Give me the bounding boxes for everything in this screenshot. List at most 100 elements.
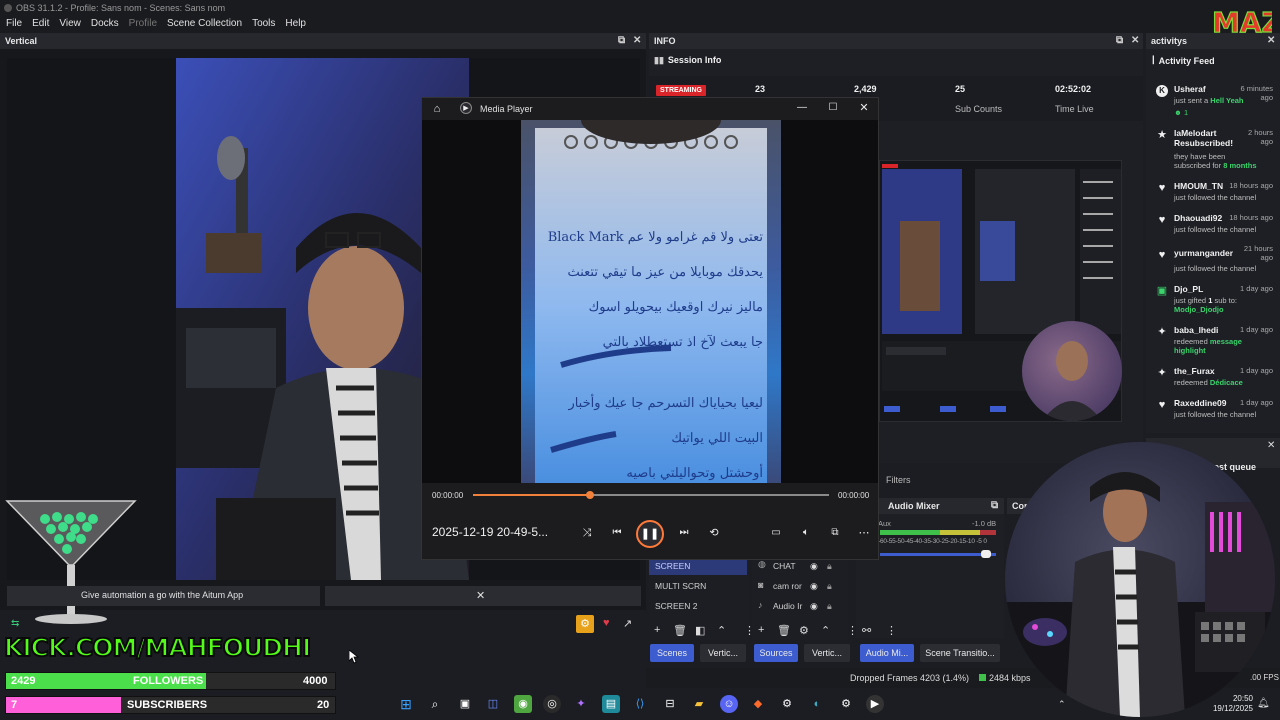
minimize-icon[interactable]: — [793,99,811,117]
info-popout-icon[interactable]: ⧉ [1116,35,1123,46]
search-icon[interactable]: ⌕ [426,695,444,713]
notification-bell-icon[interactable]: 🔔︎ [1257,698,1270,709]
edge-icon[interactable]: ◐ [808,695,826,713]
source-item[interactable]: cam ror [773,581,802,591]
info-close-icon[interactable]: ✕ [1131,35,1139,46]
share-icon[interactable]: ↗ [623,617,632,630]
source-up-icon[interactable]: ⌃ [821,624,830,637]
volume-icon[interactable]: 🔈︎ [797,524,815,542]
tab-sources[interactable]: Sources [754,644,798,662]
close-icon[interactable]: ✕ [633,35,641,46]
vscode-icon[interactable]: ⟨⟩ [631,695,649,713]
tab-vertical-sources[interactable]: Vertic... [804,644,850,662]
obs-taskbar-icon[interactable]: ◎ [543,695,561,713]
audio-channel-name: Aux [878,519,891,528]
move-up-icon[interactable]: ⌃ [717,624,726,637]
scene-item[interactable]: MULTI SCRN [655,581,706,591]
settings-gear-button[interactable]: ⚙ [576,615,594,633]
audio-mixer-title: Audio Mixer [888,501,940,511]
clock-date: 19/12/2025 [1212,704,1253,713]
tray-chevron-icon[interactable]: ⌃ [1058,699,1066,710]
popout-icon[interactable]: ⧉ [618,35,625,46]
seek-thumb[interactable] [586,491,595,499]
pause-button[interactable]: ❚❚ [636,520,664,548]
add-source-icon[interactable]: + [758,624,764,636]
miniplayer-icon[interactable]: ⧉ [826,524,844,542]
add-scene-icon[interactable]: + [654,624,660,636]
volume-slider-handle[interactable] [981,550,991,558]
menu-edit[interactable]: Edit [32,16,49,33]
source-item[interactable]: Audio Ir [773,601,802,611]
app-record-icon[interactable]: ⚙ [778,695,796,713]
subscribers-progress [6,697,122,713]
scene-filter-icon[interactable]: ◧ [695,624,705,637]
menu-profile[interactable]: Profile [129,16,157,33]
teams-icon[interactable]: ◫ [484,695,502,713]
subscribers-goal: 20 [317,699,330,711]
app-icon[interactable]: ▤ [602,695,620,713]
source-settings-icon[interactable]: ⚙ [799,624,809,637]
previous-icon[interactable]: ⏮︎ [608,524,626,542]
settings-icon[interactable]: ⚙ [837,695,855,713]
file-explorer-icon[interactable]: ▰ [690,695,708,713]
repeat-icon[interactable]: ⟲ [705,524,723,542]
close-window-icon[interactable]: ✕ [855,99,873,117]
remove-source-icon[interactable]: 🗑︎ [777,624,791,637]
pause-icon: ❚❚ [640,528,660,540]
note-line: يحدقك موبايلا من عيز ما تيقي تتعنث [567,265,763,280]
tab-scenes[interactable]: Scenes [650,644,694,662]
queue-close-icon[interactable]: ✕ [1267,440,1275,451]
more-icon[interactable]: ⋯ [855,524,873,542]
lock-icon[interactable]: 🔒︎ [827,561,832,572]
filters-button[interactable]: Filters [877,472,917,488]
heart-icon: ♥ [1158,182,1166,194]
link-icon[interactable]: ⇆ [11,618,19,629]
subtitles-icon[interactable]: ▭ [767,524,785,542]
heart-icon: ♥ [1158,399,1166,411]
seek-track[interactable] [473,491,829,499]
menu-docks[interactable]: Docks [91,16,119,33]
remove-scene-icon[interactable]: 🗑︎ [673,624,687,637]
notification-close-icon[interactable]: ✕ [476,589,485,602]
visibility-eye-icon[interactable]: ◉ [810,561,818,572]
source-more-icon[interactable]: ⋮ [847,624,858,637]
menu-tools[interactable]: Tools [252,16,275,33]
menu-help[interactable]: Help [285,16,306,33]
subscribers-goal-bar: 7 SUBSCRIBERS 20 [5,696,336,714]
volume-slider[interactable] [880,553,996,556]
system-clock[interactable]: 20:50 19/12/2025 [1205,694,1253,714]
lock-icon[interactable]: 🔒︎ [827,581,832,592]
visibility-eye-icon[interactable]: ◉ [810,601,818,612]
video-area[interactable]: تعتى ولا قم غرامو ولا عم Black Mark يحدق… [422,120,878,483]
lock-icon[interactable]: 🔒︎ [827,601,832,612]
mixer-link-icon[interactable]: ⚯ [862,624,871,637]
task-view-icon[interactable]: ▣ [456,695,474,713]
brave-icon[interactable]: ◆ [749,695,767,713]
capture-icon[interactable]: ⊟ [661,695,679,713]
discord-icon[interactable]: ☺ [720,695,738,713]
menu-file[interactable]: File [6,16,22,33]
audio-mixer-popout-icon[interactable]: ⧉ [991,500,998,511]
source-item[interactable]: CHAT [773,561,796,571]
maximize-icon[interactable]: ☐ [824,99,842,117]
scene-item[interactable]: SCREEN 2 [655,601,698,611]
menu-view[interactable]: View [59,16,81,33]
more-dots-icon[interactable]: ⋮ [744,624,755,637]
next-icon[interactable]: ⏭︎ [675,524,693,542]
home-icon[interactable]: ⌂ [428,100,446,118]
shuffle-icon[interactable]: ⤨ [578,524,596,542]
activity-close-icon[interactable]: ✕ [1267,35,1275,46]
nvidia-icon[interactable]: ◉ [514,695,532,713]
tab-vertical-scenes[interactable]: Vertic... [700,644,746,662]
copilot-icon[interactable]: ✦ [572,695,590,713]
streaming-badge: STREAMING [656,85,706,96]
media-player-taskbar-icon[interactable]: ▶ [866,695,884,713]
menu-scene-collection[interactable]: Scene Collection [167,16,242,33]
heart-record-icon[interactable]: ♥ [603,617,610,629]
start-icon[interactable]: ⊞ [397,695,415,713]
visibility-eye-icon[interactable]: ◉ [810,581,818,592]
tab-audio-mixer[interactable]: Audio Mi... [860,644,914,662]
subscribers-count: 7 [11,699,18,711]
mixer-more-icon[interactable]: ⋮ [886,624,897,637]
tab-scene-transitions[interactable]: Scene Transitio... [920,644,1000,662]
